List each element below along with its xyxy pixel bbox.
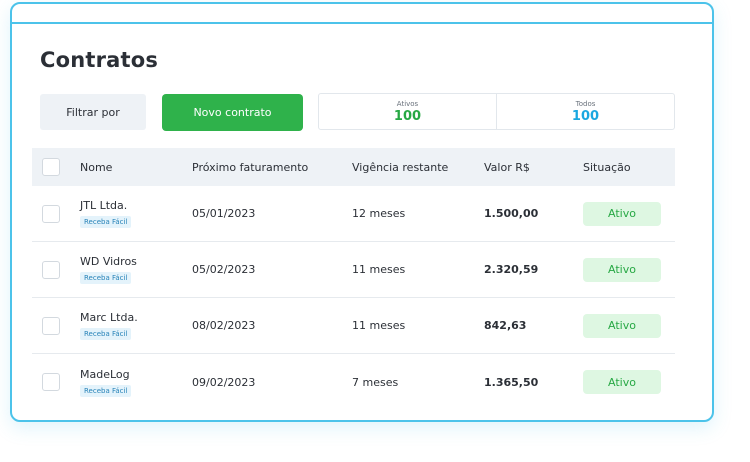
status-badge: Ativo	[583, 370, 661, 394]
receba-facil-badge: Receba Fácil	[80, 216, 132, 228]
column-header-value[interactable]: Valor R$	[484, 161, 583, 174]
column-header-status[interactable]: Situação	[583, 161, 675, 174]
receba-facil-badge: Receba Fácil	[80, 272, 132, 284]
summary-active-label: Ativos	[396, 99, 419, 108]
remaining-term: 12 meses	[352, 207, 406, 220]
remaining-term: 7 meses	[352, 375, 399, 389]
row-checkbox[interactable]	[42, 260, 60, 279]
client-name: WD Vidros	[80, 255, 137, 268]
next-billing-date: 05/02/2023	[192, 263, 256, 276]
summary-active[interactable]: Ativos 100	[319, 94, 496, 129]
status-badge: Ativo	[583, 201, 661, 226]
row-checkbox[interactable]	[42, 204, 60, 223]
filter-button[interactable]: Filtrar por	[40, 94, 146, 130]
table-row[interactable]: MadeLog Receba Fácil 09/02/2023 7 meses …	[32, 354, 675, 410]
select-all-checkbox[interactable]	[42, 158, 60, 176]
contract-value: 2.320,59	[484, 263, 539, 276]
contract-value: 842,63	[484, 319, 527, 332]
summary-all-label: Todos	[575, 99, 596, 108]
table-row[interactable]: Marc Ltda. Receba Fácil 08/02/2023 11 me…	[32, 298, 675, 354]
contracts-table: Nome Próximo faturamento Vigência restan…	[32, 148, 675, 410]
next-billing-date: 05/01/2023	[192, 207, 256, 220]
receba-facil-badge: Receba Fácil	[80, 384, 132, 397]
contract-value: 1.500,00	[484, 207, 539, 220]
row-checkbox[interactable]	[42, 316, 60, 335]
summary-panel: Ativos 100 Todos 100	[318, 93, 675, 130]
contracts-card: Contratos Filtrar por Novo contrato Ativ…	[10, 2, 714, 422]
column-header-remaining[interactable]: Vigência restante	[352, 161, 484, 174]
client-name: Marc Ltda.	[80, 311, 138, 324]
next-billing-date: 08/02/2023	[192, 319, 256, 332]
table-header: Nome Próximo faturamento Vigência restan…	[32, 148, 675, 186]
summary-all-value: 100	[571, 108, 600, 124]
summary-active-value: 100	[393, 108, 422, 124]
table-row[interactable]: JTL Ltda. Receba Fácil 05/01/2023 12 mes…	[32, 186, 675, 242]
status-badge: Ativo	[583, 257, 661, 282]
client-name: JTL Ltda.	[80, 199, 128, 212]
row-checkbox[interactable]	[42, 373, 60, 391]
remaining-term: 11 meses	[352, 319, 406, 332]
new-contract-button[interactable]: Novo contrato	[162, 94, 303, 131]
table-row[interactable]: WD Vidros Receba Fácil 05/02/2023 11 mes…	[32, 242, 675, 298]
status-badge: Ativo	[583, 313, 661, 338]
column-header-next-billing[interactable]: Próximo faturamento	[192, 161, 352, 174]
contract-value: 1.365,50	[484, 375, 539, 389]
receba-facil-badge: Receba Fácil	[80, 328, 132, 340]
remaining-term: 11 meses	[352, 263, 406, 276]
page-title: Contratos	[40, 48, 159, 72]
client-name: MadeLog	[80, 367, 130, 381]
next-billing-date: 09/02/2023	[192, 375, 256, 389]
top-divider	[12, 22, 712, 24]
column-header-name[interactable]: Nome	[80, 161, 192, 174]
summary-all[interactable]: Todos 100	[496, 94, 674, 129]
